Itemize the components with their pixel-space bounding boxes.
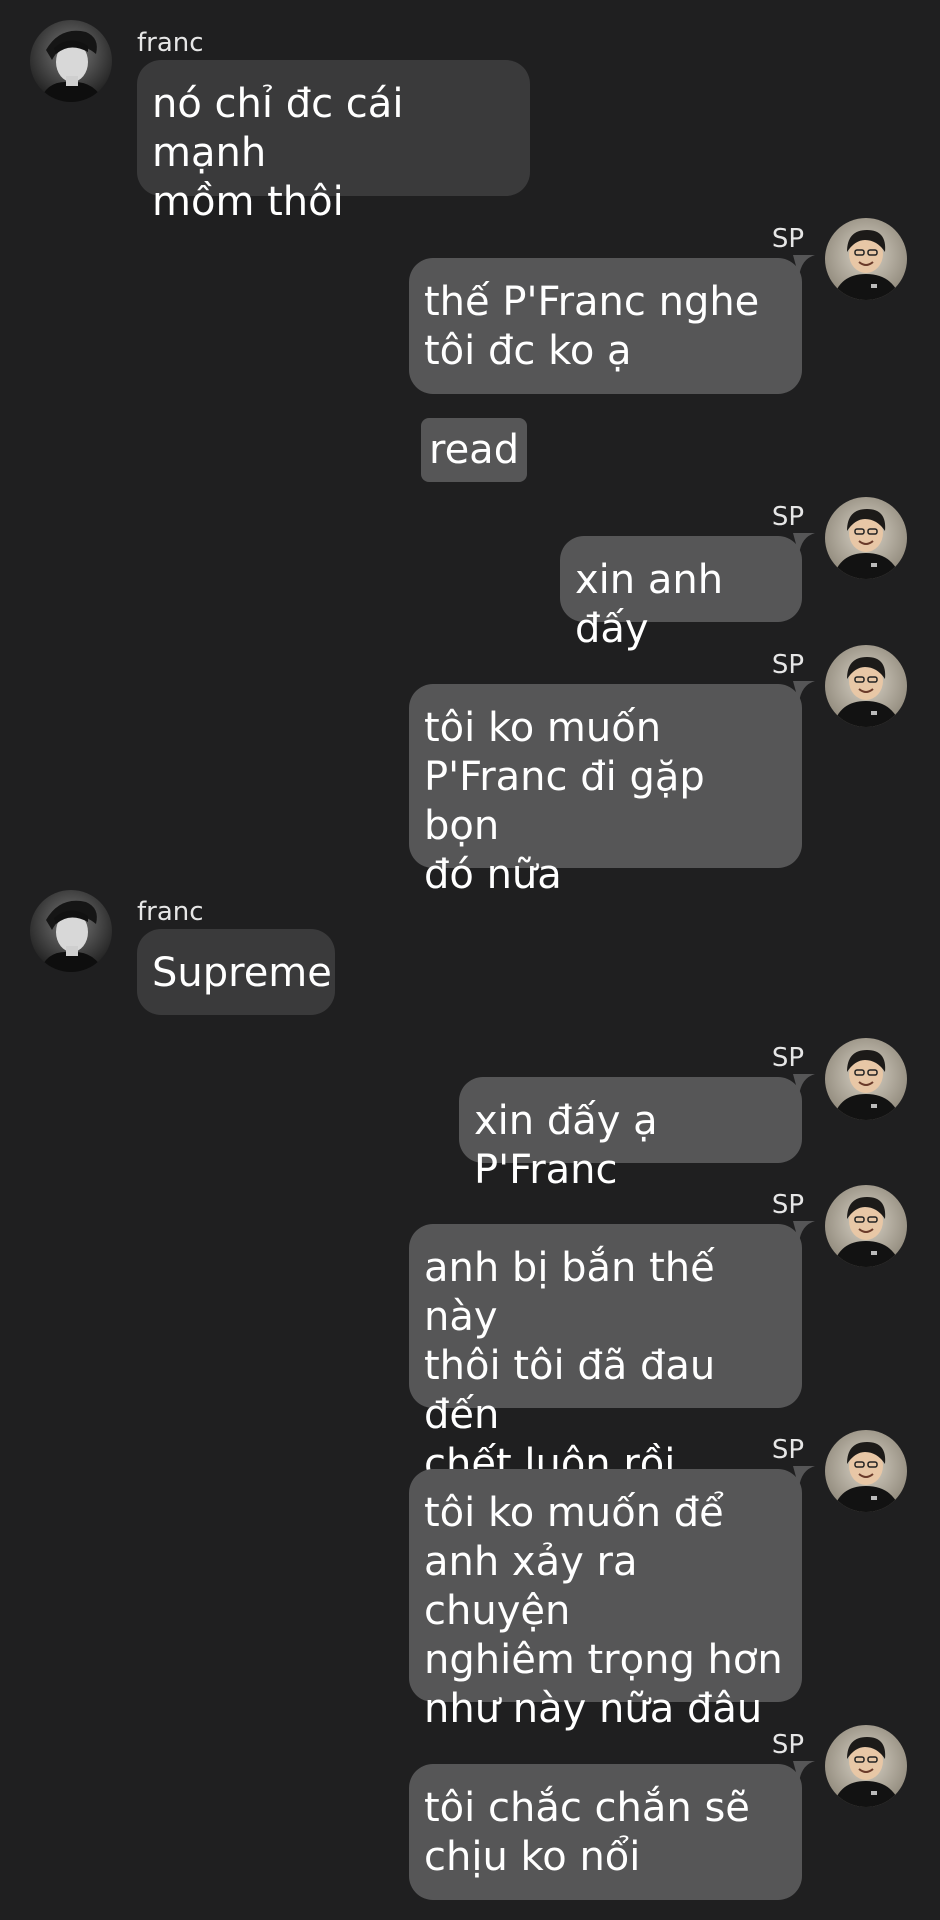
franc-avatar-image [30,20,112,102]
sender-name: SP [771,1730,804,1760]
sp-avatar-image [825,645,907,727]
message-bubble[interactable]: thế P'Franc nghe tôi đc ko ạ [409,258,802,394]
message-bubble[interactable]: nó chỉ đc cái mạnh mồm thôi [137,60,530,225]
sp-avatar[interactable] [825,497,907,579]
sp-avatar[interactable] [825,1430,907,1512]
message-bubble[interactable]: xin đấy ạ P'Franc [459,1077,802,1193]
message-bubble[interactable]: anh bị bắn thế này thôi tôi đã đau đến c… [409,1224,802,1487]
sender-name: SP [771,1190,804,1220]
sender-name: SP [771,1043,804,1073]
message-bubble[interactable]: tôi ko muốn P'Franc đi gặp bọn đó nữa [409,684,802,898]
sp-avatar[interactable] [825,1038,907,1120]
franc-avatar[interactable] [30,890,112,972]
sender-name: SP [771,224,804,254]
sp-avatar[interactable] [825,218,907,300]
sender-name: SP [771,502,804,532]
sp-avatar-image [825,1038,907,1120]
franc-avatar-image [30,890,112,972]
sender-name: franc [137,28,204,58]
sp-avatar[interactable] [825,1185,907,1267]
sp-avatar-image [825,497,907,579]
sender-name: SP [771,650,804,680]
read-receipt: read [421,418,528,482]
sp-avatar-image [825,218,907,300]
sp-avatar-image [825,1185,907,1267]
message-bubble[interactable]: tôi chắc chắn sẽ chịu ko nổi [409,1764,802,1900]
sp-avatar[interactable] [825,645,907,727]
message-bubble[interactable]: xin anh đấy [560,536,802,652]
sp-avatar[interactable] [825,1725,907,1807]
franc-avatar[interactable] [30,20,112,102]
message-bubble[interactable]: tôi ko muốn để anh xảy ra chuyện nghiêm … [409,1469,802,1732]
sp-avatar-image [825,1725,907,1807]
sp-avatar-image [825,1430,907,1512]
sender-name: franc [137,897,204,927]
message-bubble[interactable]: Supreme [137,929,335,1015]
sender-name: SP [771,1435,804,1465]
